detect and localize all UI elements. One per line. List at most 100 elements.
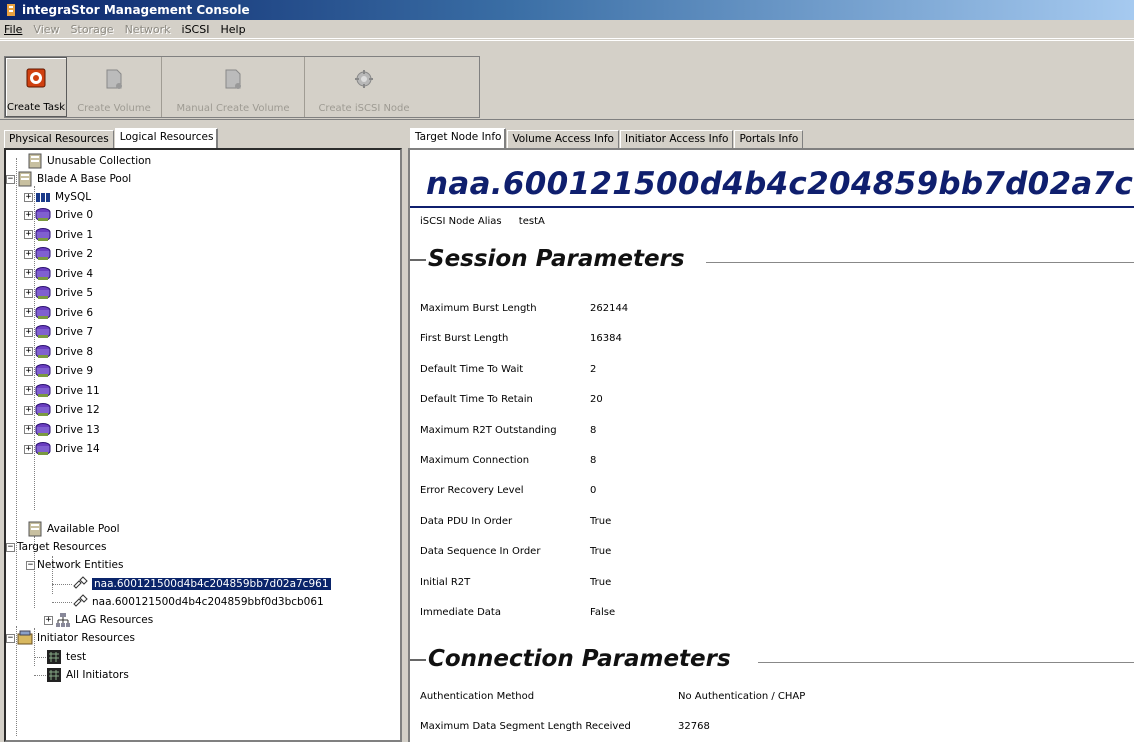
session-parameter-row: Default Time To Retain 20 bbox=[420, 394, 603, 408]
expand-icon[interactable]: + bbox=[24, 327, 33, 337]
right-panel: Target Node Info Volume Access Info Init… bbox=[408, 128, 1134, 742]
tab-volume-access-info[interactable]: Volume Access Info bbox=[507, 130, 619, 148]
iscsi-node-icon bbox=[73, 594, 88, 607]
tree-item-drive[interactable]: + Drive 5 bbox=[24, 284, 93, 302]
tab-initiator-access-info[interactable]: Initiator Access Info bbox=[619, 130, 734, 148]
tree-item-network-entities[interactable]: − Network Entities bbox=[26, 556, 123, 574]
tree-item-initiator-resources[interactable]: − Initiator Resources bbox=[6, 629, 135, 647]
tree-item-unusable-collection[interactable]: Unusable Collection bbox=[14, 152, 151, 170]
manual-create-volume-button[interactable]: Manual Create Volume bbox=[162, 57, 305, 117]
drive-icon bbox=[35, 422, 51, 436]
folder-box-icon bbox=[17, 630, 33, 645]
expand-icon[interactable]: + bbox=[24, 444, 33, 454]
tree-item-drive[interactable]: + Drive 1 bbox=[24, 226, 93, 244]
create-volume-button[interactable]: Create Volume bbox=[67, 57, 162, 117]
expand-icon[interactable]: + bbox=[24, 386, 33, 395]
create-iscsi-node-label: Create iSCSI Node bbox=[318, 103, 410, 114]
tree-item-drive[interactable]: + Drive 8 bbox=[24, 343, 93, 361]
tree-item-drive[interactable]: + Drive 7 bbox=[24, 323, 93, 341]
tree-item-drive[interactable]: + Drive 14 bbox=[24, 440, 100, 458]
parameter-name: Default Time To Wait bbox=[420, 363, 524, 375]
alias-row: iSCSI Node Alias testA bbox=[420, 216, 545, 227]
tree-item-drive[interactable]: + Drive 11 bbox=[24, 382, 100, 400]
session-parameter-row: First Burst Length 16384 bbox=[420, 333, 622, 347]
drive-icon bbox=[35, 266, 51, 280]
menu-file[interactable]: File bbox=[4, 23, 22, 36]
drive-icon bbox=[35, 286, 51, 300]
tree-item-all-initiators[interactable]: All Initiators bbox=[46, 666, 129, 684]
menu-view[interactable]: View bbox=[33, 23, 59, 36]
parameter-value: 0 bbox=[590, 485, 597, 497]
expand-icon[interactable]: + bbox=[24, 210, 33, 220]
title-divider bbox=[410, 206, 1134, 208]
alias-label: iSCSI Node Alias bbox=[420, 216, 502, 227]
iscsi-node-icon bbox=[352, 67, 376, 91]
expand-icon[interactable]: + bbox=[44, 615, 53, 625]
initiator-icon bbox=[47, 668, 61, 682]
expand-icon[interactable]: + bbox=[24, 269, 33, 278]
menu-network[interactable]: Network bbox=[125, 23, 171, 36]
drive-icon bbox=[35, 305, 51, 319]
parameter-value: False bbox=[590, 607, 616, 618]
collapse-icon[interactable]: − bbox=[6, 633, 15, 643]
toolbar: Create Task Create Volume Manual Create … bbox=[0, 40, 1134, 120]
alias-value: testA bbox=[518, 216, 545, 227]
title-bar: integraStor Management Console bbox=[0, 0, 1134, 20]
tree-item-drive[interactable]: + Drive 12 bbox=[24, 401, 100, 419]
drive-icon bbox=[35, 208, 51, 222]
window-title: integraStor Management Console bbox=[22, 3, 250, 17]
drive-icon bbox=[35, 383, 51, 397]
tab-logical-resources[interactable]: Logical Resources bbox=[114, 128, 219, 148]
left-tab-strip: Physical Resources Logical Resources bbox=[4, 128, 402, 148]
expand-icon[interactable]: + bbox=[24, 366, 33, 376]
tree-item-target-resources[interactable]: − Target Resources bbox=[6, 538, 106, 556]
resource-tree: Unusable Collection − Blade A Base Pool … bbox=[4, 148, 402, 742]
parameter-value: 2 bbox=[590, 363, 597, 375]
create-task-button[interactable]: Create Task bbox=[5, 57, 67, 117]
tree-item-drive[interactable]: + Drive 0 bbox=[24, 206, 93, 224]
expand-icon[interactable]: + bbox=[24, 230, 33, 239]
collapse-icon[interactable]: − bbox=[6, 174, 15, 184]
drive-icon bbox=[35, 247, 51, 261]
app-icon bbox=[7, 4, 15, 16]
expand-icon[interactable]: + bbox=[24, 405, 33, 415]
tree-item-drive[interactable]: + Drive 9 bbox=[24, 362, 93, 380]
expand-icon[interactable]: + bbox=[24, 347, 33, 356]
tree-item-node-1[interactable]: naa.600121500d4b4c204859bb7d02a7c961 bbox=[72, 575, 331, 593]
expand-icon[interactable]: + bbox=[24, 192, 33, 202]
drive-icon bbox=[35, 442, 51, 456]
create-iscsi-node-button[interactable]: Create iSCSI Node bbox=[305, 57, 423, 117]
tree-item-available-pool[interactable]: Available Pool bbox=[14, 520, 120, 538]
tree-item-drive[interactable]: + Drive 6 bbox=[24, 304, 93, 322]
parameter-name: First Burst Length bbox=[420, 333, 509, 345]
menu-storage[interactable]: Storage bbox=[71, 23, 114, 36]
parameter-value: 32768 bbox=[678, 721, 710, 732]
session-parameter-row: Immediate Data False bbox=[420, 607, 615, 621]
tab-physical-resources[interactable]: Physical Resources bbox=[4, 130, 114, 148]
tree-item-test[interactable]: test bbox=[46, 648, 86, 666]
tree-item-mysql[interactable]: + MySQL bbox=[24, 188, 91, 206]
drive-icon bbox=[35, 325, 51, 339]
menu-help[interactable]: Help bbox=[220, 23, 245, 36]
expand-icon[interactable]: + bbox=[24, 425, 33, 434]
node-name-heading: naa.600121500d4b4c204859bb7d02a7c961 bbox=[426, 166, 1134, 202]
tab-target-node-info[interactable]: Target Node Info bbox=[410, 128, 507, 148]
collapse-icon[interactable]: − bbox=[26, 560, 35, 570]
tree-item-drive[interactable]: + Drive 13 bbox=[24, 421, 100, 439]
menu-iscsi[interactable]: iSCSI bbox=[182, 23, 210, 36]
expand-icon[interactable]: + bbox=[24, 249, 33, 259]
drive-icon bbox=[35, 364, 51, 378]
expand-icon[interactable]: + bbox=[24, 308, 33, 317]
create-task-label: Create Task bbox=[7, 102, 65, 113]
parameter-name: Initial R2T bbox=[420, 576, 471, 588]
tree-item-node-2[interactable]: naa.600121500d4b4c204859bbf0d3bcb061 bbox=[72, 593, 324, 611]
collapse-icon[interactable]: − bbox=[6, 542, 15, 552]
tree-item-drive[interactable]: + Drive 2 bbox=[24, 245, 93, 263]
new-volume-icon bbox=[102, 67, 126, 91]
tree-item-drive[interactable]: + Drive 4 bbox=[24, 265, 93, 283]
manual-volume-icon bbox=[221, 67, 245, 91]
tab-portals-info[interactable]: Portals Info bbox=[734, 130, 804, 148]
tree-item-lag-resources[interactable]: + LAG Resources bbox=[44, 611, 153, 629]
tree-item-base-pool[interactable]: − Blade A Base Pool bbox=[6, 170, 131, 188]
expand-icon[interactable]: + bbox=[24, 288, 33, 298]
